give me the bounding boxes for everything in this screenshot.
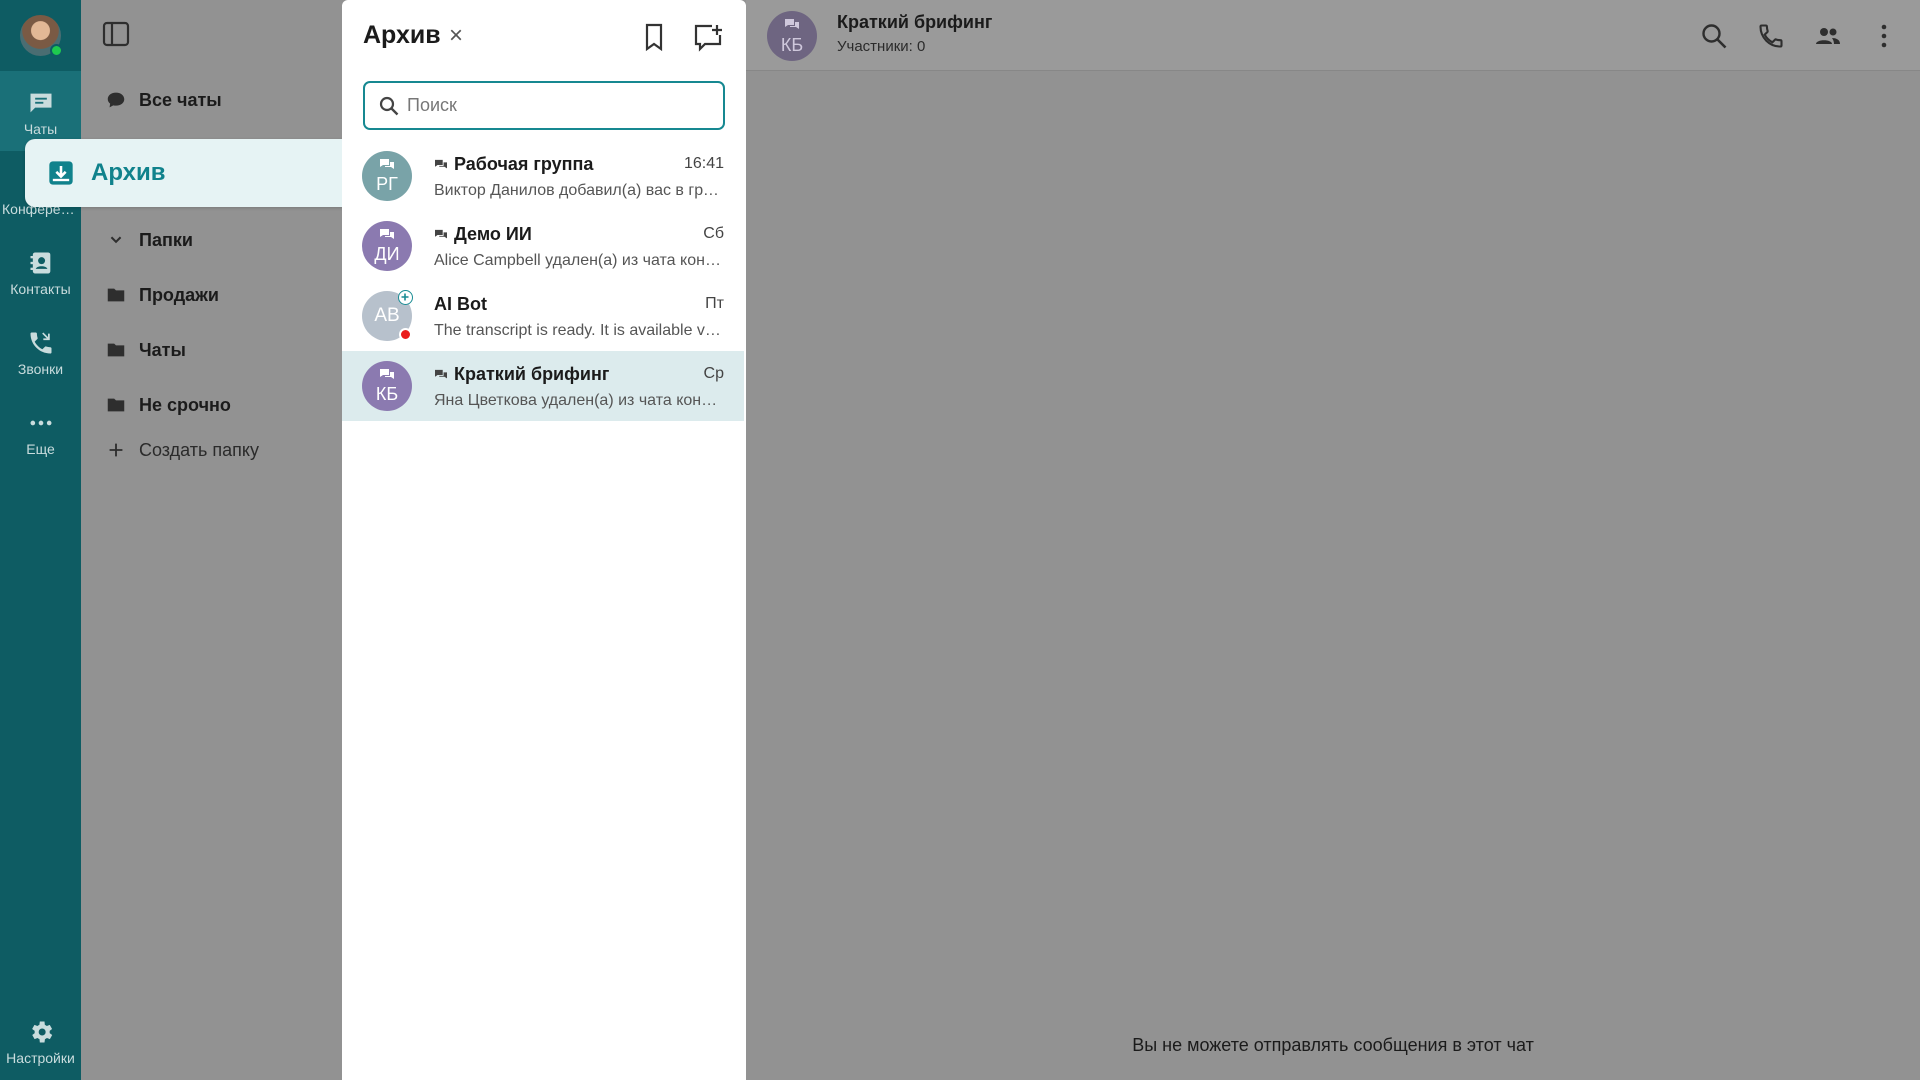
participants-count: Участники: 0	[837, 38, 926, 55]
chat-bubble-icon	[107, 92, 125, 108]
chat-icon	[30, 93, 51, 113]
add-contact-icon	[398, 290, 413, 305]
rail-item-label: Настройки	[6, 1050, 75, 1066]
chat-list-item[interactable]: AB AI Bot Пт The transcript is ready. It…	[342, 281, 744, 351]
rail-item-more[interactable]: Еще	[0, 391, 81, 471]
group-chat-icon	[380, 159, 394, 169]
close-button[interactable]: ×	[444, 22, 468, 50]
chat-time: 16:41	[683, 155, 724, 172]
chat-time: Сб	[703, 225, 724, 242]
chat-list-item[interactable]: РГ Рабочая группа 16:41 Виктор Данилов д…	[342, 141, 744, 211]
folder-archive[interactable]: Архив	[25, 139, 343, 207]
panel-title: Архив	[363, 21, 441, 49]
bookmark-icon[interactable]	[640, 22, 668, 52]
group-chat-icon	[435, 369, 447, 378]
plus-icon	[109, 443, 123, 457]
search-field[interactable]	[363, 81, 725, 130]
chat-preview: Виктор Данилов добавил(а) вас в группу	[434, 182, 724, 199]
rail-item-label: Контакты	[10, 281, 71, 297]
gear-icon	[31, 1021, 52, 1043]
new-chat-icon[interactable]	[692, 22, 724, 52]
group-chat-icon	[380, 369, 394, 379]
sidebar-toggle-icon[interactable]	[102, 21, 130, 47]
group-chat-icon	[435, 229, 447, 238]
rail-item-label: Еще	[26, 441, 55, 457]
user-avatar[interactable]	[20, 15, 63, 57]
chat-avatar: ДИ	[362, 221, 412, 271]
chat-name: Рабочая группа	[434, 154, 593, 175]
more-icon	[30, 420, 51, 426]
archive-icon	[49, 161, 73, 185]
search-icon	[379, 96, 399, 115]
chat-time: Ср	[703, 365, 724, 382]
group-chat-icon	[380, 229, 394, 239]
folder-all-chats[interactable]: Все чаты	[105, 82, 222, 118]
chat-preview: Яна Цветкова удален(а) из чата конференц…	[434, 392, 724, 409]
chat-list-item-selected[interactable]: КБ Краткий брифинг Ср Яна Цветкова удале…	[342, 351, 744, 421]
create-folder-button[interactable]: Создать папку	[105, 432, 259, 468]
phone-icon[interactable]	[1757, 22, 1785, 50]
contacts-icon	[30, 252, 50, 274]
chat-title[interactable]: Краткий брифинг	[837, 12, 992, 33]
search-input[interactable]	[407, 95, 707, 116]
chat-main-area: КБ Краткий брифинг Участники: 0 Вы не мо…	[746, 0, 1920, 1080]
folder-icon	[107, 343, 125, 357]
search-icon[interactable]	[1700, 22, 1728, 50]
chevron-down-icon	[110, 236, 122, 244]
chat-time: Пт	[705, 295, 724, 312]
rail-item-calls[interactable]: Звонки	[0, 311, 81, 391]
rail-item-label: Звонки	[17, 361, 64, 377]
online-status-dot	[50, 44, 63, 57]
folder-item[interactable]: Не срочно	[105, 387, 231, 423]
chat-preview: Alice Campbell удален(а) из чата конфере…	[434, 252, 724, 269]
archive-panel: Архив × РГ Рабочая группа 16:41 Виктор Д…	[342, 0, 746, 1080]
chat-header: КБ Краткий брифинг Участники: 0	[746, 0, 1920, 71]
chat-preview: The transcript is ready. It is available…	[434, 322, 724, 339]
chat-avatar: КБ	[362, 361, 412, 411]
rail-item-label: Чаты	[23, 121, 58, 137]
chat-list-item[interactable]: ДИ Демо ИИ Сб Alice Campbell удален(а) и…	[342, 211, 744, 281]
participants-icon[interactable]	[1814, 22, 1842, 50]
calls-icon	[30, 332, 51, 354]
chat-avatar[interactable]: КБ	[767, 11, 817, 61]
status-dot	[399, 328, 412, 341]
folder-icon	[107, 288, 125, 302]
rail-item-contacts[interactable]: Контакты	[0, 231, 81, 311]
chat-name: Краткий брифинг	[434, 364, 609, 385]
folder-item[interactable]: Продажи	[105, 277, 219, 313]
more-vertical-icon[interactable]	[1870, 22, 1898, 50]
folder-item[interactable]: Чаты	[105, 332, 186, 368]
group-chat-icon	[785, 19, 799, 29]
chat-name: AI Bot	[434, 294, 487, 314]
folders-header[interactable]: Папки	[105, 222, 193, 258]
group-chat-icon	[435, 159, 447, 168]
folder-icon	[107, 398, 125, 412]
cannot-send-notice: Вы не можете отправлять сообщения в этот…	[1132, 1035, 1534, 1055]
chat-name: Демо ИИ	[434, 224, 532, 245]
rail-item-settings[interactable]: Настройки	[0, 1000, 81, 1080]
chat-avatar: РГ	[362, 151, 412, 201]
chat-avatar: AB	[362, 290, 413, 341]
